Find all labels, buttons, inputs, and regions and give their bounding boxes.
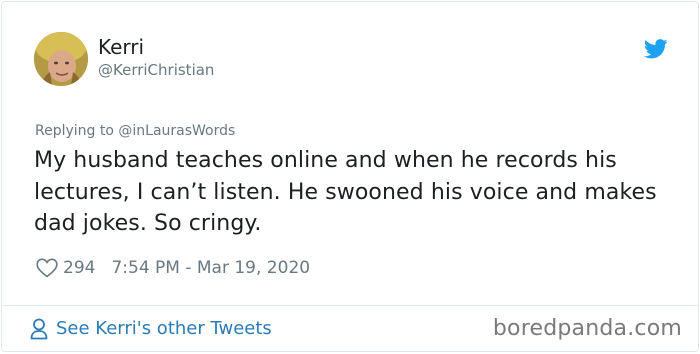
see-more-tweets-link[interactable]: See Kerri's other Tweets (30, 318, 272, 340)
like-count: 294 (63, 258, 96, 278)
tweet-card: Kerri @KerriChristian Replying to @inLau… (1, 1, 699, 352)
footer-divider (2, 305, 698, 306)
reply-target-link[interactable]: @inLaurasWords (118, 123, 235, 139)
avatar-image (34, 32, 88, 86)
reply-prefix: Replying to (35, 123, 114, 139)
tweet-timestamp[interactable]: 7:54 PM - Mar 19, 2020 (111, 258, 310, 278)
heart-outline-icon (36, 258, 58, 278)
avatar[interactable] (34, 32, 88, 86)
author-display-name[interactable]: Kerri (98, 35, 144, 59)
reply-context: Replying to @inLaurasWords (35, 123, 235, 140)
tweet-meta: 294 7:54 PM - Mar 19, 2020 (36, 256, 310, 280)
watermark-logo: boredpanda.com (492, 316, 682, 341)
person-outline-icon (30, 318, 56, 340)
tweet-text: My husband teaches online and when he re… (34, 148, 657, 236)
like-button[interactable]: 294 (36, 258, 95, 278)
see-more-label: See Kerri's other Tweets (56, 318, 272, 339)
twitter-bird-icon[interactable] (643, 39, 668, 59)
author-handle[interactable]: @KerriChristian (98, 61, 214, 79)
